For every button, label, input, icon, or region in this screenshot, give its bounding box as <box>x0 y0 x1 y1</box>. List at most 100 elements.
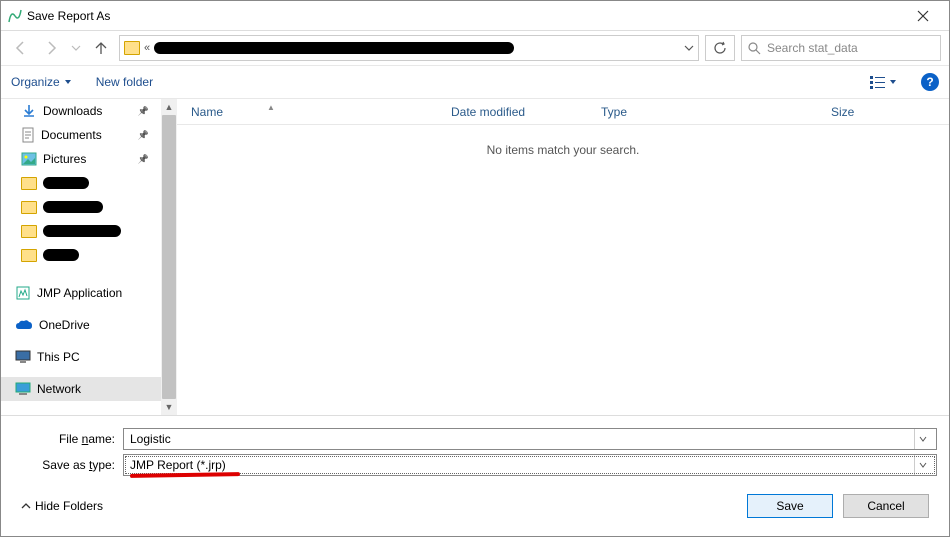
refresh-icon <box>713 41 727 55</box>
sidebar-item-redacted-5[interactable] <box>1 219 161 243</box>
file-list-pane[interactable]: Name ▲ Date modified Type Size No items … <box>177 99 949 415</box>
sidebar-item-redacted-6[interactable] <box>1 243 161 267</box>
navigation-row: « Search stat_data <box>1 31 949 65</box>
button-row: Hide Folders Save Cancel <box>13 480 937 524</box>
chevron-down-icon <box>919 435 927 443</box>
redacted-label <box>43 177 89 189</box>
save-button[interactable]: Save <box>747 494 833 518</box>
redacted-label <box>43 201 103 213</box>
chevron-down-icon <box>919 461 927 469</box>
col-size[interactable]: Size <box>817 105 917 119</box>
navigation-sidebar[interactable]: Downloads📌Documents📌Pictures📌JMP Applica… <box>1 99 161 415</box>
close-icon <box>917 10 929 22</box>
title-bar: Save Report As <box>1 1 949 31</box>
scroll-thumb[interactable] <box>162 115 176 399</box>
search-input[interactable]: Search stat_data <box>741 35 941 61</box>
view-options-button[interactable] <box>869 75 897 89</box>
sidebar-item-label: OneDrive <box>39 318 90 332</box>
folder-icon <box>21 249 37 262</box>
scroll-down-arrow[interactable]: ▼ <box>161 399 177 415</box>
sidebar-item-downloads[interactable]: Downloads📌 <box>1 99 161 123</box>
folder-icon <box>21 225 37 238</box>
pin-icon: 📌 <box>138 130 161 141</box>
saveastype-row: Save as type: JMP Report (*.jrp) <box>13 454 937 476</box>
pin-icon: 📌 <box>138 154 161 165</box>
sidebar-item-this-pc[interactable]: This PC <box>1 345 161 369</box>
filename-value: Logistic <box>130 432 171 446</box>
jmp-icon <box>15 285 31 301</box>
col-name[interactable]: Name ▲ <box>177 105 437 119</box>
sidebar-item-label: This PC <box>37 350 80 364</box>
sidebar-item-redacted-3[interactable] <box>1 171 161 195</box>
sidebar-item-label: Pictures <box>43 152 86 166</box>
folder-icon <box>21 177 37 190</box>
new-folder-button[interactable]: New folder <box>96 75 153 89</box>
filename-input[interactable]: Logistic <box>123 428 937 450</box>
filename-label: File name: <box>13 432 123 446</box>
organize-menu[interactable]: Organize <box>11 75 72 89</box>
sidebar-item-jmp-application[interactable]: JMP Application <box>1 281 161 305</box>
forward-button[interactable] <box>39 36 63 60</box>
onedrive-icon <box>15 319 33 331</box>
saveastype-label: Save as type: <box>13 458 123 472</box>
help-button[interactable]: ? <box>921 73 939 91</box>
chevron-up-icon <box>21 501 31 511</box>
refresh-button[interactable] <box>705 35 735 61</box>
arrow-left-icon <box>13 40 29 56</box>
document-icon <box>21 127 35 143</box>
pictures-icon <box>21 152 37 166</box>
folder-icon <box>21 201 37 214</box>
search-icon <box>748 42 761 55</box>
download-icon <box>21 103 37 119</box>
filename-dropdown[interactable] <box>914 429 930 449</box>
sidebar-item-documents[interactable]: Documents📌 <box>1 123 161 147</box>
sidebar-item-onedrive[interactable]: OneDrive <box>1 313 161 337</box>
arrow-right-icon <box>43 40 59 56</box>
chevron-down-icon <box>684 43 694 53</box>
new-folder-label: New folder <box>96 75 153 89</box>
saveastype-dropdown[interactable] <box>914 455 930 475</box>
sidebar-item-label: Network <box>37 382 81 396</box>
annotation-underline <box>130 472 240 478</box>
pc-icon <box>15 350 31 364</box>
hide-folders-button[interactable]: Hide Folders <box>21 499 103 513</box>
back-button[interactable] <box>9 36 33 60</box>
network-icon <box>15 382 31 396</box>
toolbar: Organize New folder ? <box>1 65 949 99</box>
redacted-label <box>43 249 79 261</box>
search-placeholder: Search stat_data <box>767 41 858 55</box>
window-title: Save Report As <box>23 9 903 23</box>
breadcrumb-prefix: « <box>144 42 150 54</box>
chevron-down-icon <box>71 43 81 53</box>
main-area: Downloads📌Documents📌Pictures📌JMP Applica… <box>1 99 949 415</box>
sidebar-item-label: Downloads <box>43 104 102 118</box>
cancel-button[interactable]: Cancel <box>843 494 929 518</box>
address-bar[interactable]: « <box>119 35 699 61</box>
col-type[interactable]: Type <box>587 105 817 119</box>
redacted-label <box>43 225 121 237</box>
sidebar-item-label: JMP Application <box>37 286 122 300</box>
arrow-up-icon <box>93 40 109 56</box>
address-dropdown[interactable] <box>684 43 694 53</box>
recent-dropdown[interactable] <box>69 36 83 60</box>
sidebar-item-pictures[interactable]: Pictures 📌 <box>1 147 161 171</box>
sidebar-scrollbar[interactable]: ▲ ▼ <box>161 99 177 415</box>
app-icon <box>7 8 23 24</box>
sort-indicator-icon: ▲ <box>267 103 275 112</box>
bottom-panel: File name: Logistic Save as type: JMP Re… <box>1 415 949 528</box>
scroll-up-arrow[interactable]: ▲ <box>161 99 177 115</box>
close-button[interactable] <box>903 2 943 30</box>
sidebar-item-network[interactable]: Network <box>1 377 161 401</box>
chevron-down-icon <box>64 78 72 86</box>
hide-folders-label: Hide Folders <box>35 499 103 513</box>
view-icon <box>869 75 887 89</box>
saveastype-value: JMP Report (*.jrp) <box>130 458 226 472</box>
chevron-down-icon <box>889 78 897 86</box>
col-date[interactable]: Date modified <box>437 105 587 119</box>
redacted-path <box>154 42 514 54</box>
column-header-row: Name ▲ Date modified Type Size <box>177 99 949 125</box>
sidebar-item-redacted-4[interactable] <box>1 195 161 219</box>
saveastype-select[interactable]: JMP Report (*.jrp) <box>123 454 937 476</box>
folder-icon <box>124 41 140 55</box>
up-button[interactable] <box>89 36 113 60</box>
